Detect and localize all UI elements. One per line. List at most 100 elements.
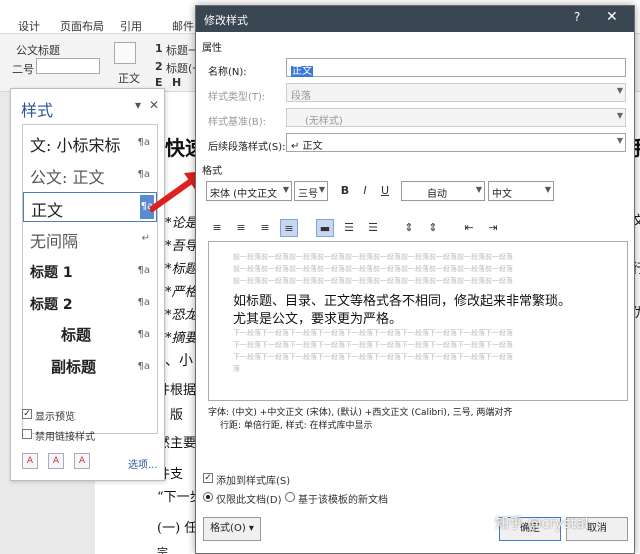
name-input[interactable]: 正文 <box>286 58 626 77</box>
increase-indent-icon[interactable]: ⇥ <box>484 219 502 237</box>
language-value: 中文 <box>492 189 512 200</box>
font-color-value: 自动 <box>427 189 447 200</box>
list-number: 1 <box>155 42 163 55</box>
new-style-icon[interactable]: A <box>22 453 38 469</box>
disable-linked-checkbox[interactable] <box>22 429 32 439</box>
space-after-icon[interactable]: ⇕ <box>424 219 442 237</box>
style-item-label: 无间隔 <box>30 232 79 251</box>
list-letter: H <box>172 76 182 89</box>
watermark: 知乎 @crystal <box>495 516 589 532</box>
preview-next-paragraph: 落 <box>233 365 240 373</box>
format-menu-button[interactable]: 格式(O) ▾ <box>203 517 261 541</box>
style-item[interactable]: 标题 2 ¶a <box>23 288 157 318</box>
align-right-icon[interactable]: ≡ <box>256 219 274 237</box>
style-item-label: 文: 小标宋标 <box>30 136 121 155</box>
paragraph-icon: ↵ <box>141 233 150 244</box>
style-preview: 前一段落前一段落前一段落前一段落前一段落前一段落前一段落前一段落前一段落前一段落… <box>208 241 628 401</box>
font-color-select[interactable]: 自动 ▼ <box>401 181 485 201</box>
styles-list: 文: 小标宋标 ¶a 公文: 正文 ¶a 正文 ¶a 无间隔 ↵ 标题 1 ¶a… <box>22 124 158 434</box>
style-description: 字体: (中文) +中文正文 (宋体), (默认) +西文正文 (Calibri… <box>208 407 512 433</box>
doc-text-fragment: *恐龙 <box>165 308 198 323</box>
style-type-value: 段落 <box>291 91 311 102</box>
styles-pane: 样式 ▾ ✕ 文: 小标宋标 ¶a 公文: 正文 ¶a 正文 ¶a 无间隔 ↵ … <box>10 88 165 481</box>
style-type-label: 样式类型(T): <box>208 92 266 103</box>
style-item-label: 标题 1 <box>30 265 73 281</box>
chevron-down-icon: ▼ <box>475 185 482 194</box>
chevron-down-icon: ▼ <box>318 185 325 194</box>
font-size-value: 三号 <box>298 189 318 200</box>
style-item[interactable]: 副标题 ¶a <box>23 352 157 382</box>
paragraph-char-icon: ¶a <box>137 265 151 276</box>
space-before-icon[interactable]: ⇕ <box>400 219 418 237</box>
italic-button[interactable]: I <box>356 182 374 200</box>
style-item-label: 公文: 正文 <box>30 168 105 187</box>
preview-previous-paragraph: 前一段落前一段落前一段落前一段落前一段落前一段落前一段落前一段落前一段落前一段落 <box>233 253 513 261</box>
style-item-selected[interactable]: 正文 ¶a <box>23 192 157 222</box>
single-spacing-icon[interactable]: ▬ <box>316 219 334 237</box>
help-icon[interactable]: ? <box>574 10 580 24</box>
list-number: 2 <box>155 60 163 73</box>
font-select[interactable]: 宋体 (中文正文 ▼ <box>206 181 292 201</box>
font-size-combo[interactable] <box>36 58 100 74</box>
based-on-value: (无样式) <box>305 116 343 127</box>
paragraph-char-icon: ¶a <box>137 297 151 308</box>
new-documents-label: 基于该模板的新文档 <box>298 495 388 506</box>
name-input-value: 正文 <box>291 66 313 77</box>
preview-next-paragraph: 下一段落下一段落下一段落下一段落下一段落下一段落下一段落下一段落下一段落下一段落 <box>233 353 513 361</box>
tab-page-layout[interactable]: 页面布局 <box>60 18 104 34</box>
doc-text-fragment: *吾导 <box>165 239 198 254</box>
close-icon[interactable]: ✕ <box>606 9 618 25</box>
new-documents-radio[interactable] <box>285 492 295 502</box>
only-this-document-radio[interactable] <box>203 492 213 502</box>
preview-previous-paragraph: 前一段落前一段落前一段落前一段落前一段落前一段落前一段落前一段落前一段落前一段落 <box>233 265 513 273</box>
style-inspector-icon[interactable]: A <box>48 453 64 469</box>
disable-linked-label: 禁用链接样式 <box>35 432 95 443</box>
font-size-select[interactable]: 三号 ▼ <box>294 181 328 201</box>
preview-previous-paragraph: 前一段落前一段落前一段落前一段落前一段落前一段落前一段落前一段落前一段落前一段落 <box>233 277 513 285</box>
tab-mailings[interactable]: 邮件 <box>172 18 194 34</box>
tab-design[interactable]: 设计 <box>18 18 40 34</box>
font-size-label: 二号 <box>12 63 34 76</box>
bold-button[interactable]: B <box>336 182 354 200</box>
style-icon[interactable] <box>114 42 136 64</box>
based-on-select: (无样式) ▼ <box>286 108 626 127</box>
pane-close-icon[interactable]: ✕ <box>149 98 159 112</box>
style-gallery-item[interactable]: 公文标题 <box>16 42 60 58</box>
dialog-titlebar[interactable]: 修改样式 ? ✕ <box>196 6 634 32</box>
style-item[interactable]: 无间隔 ↵ <box>23 224 157 254</box>
chevron-down-icon: ▼ <box>616 111 623 120</box>
only-this-document-label: 仅限此文档(D) <box>216 495 282 506</box>
style-item[interactable]: 文: 小标宋标 ¶a <box>23 128 157 158</box>
font-value: 宋体 (中文正文 <box>210 189 278 200</box>
options-link[interactable]: 选项... <box>128 456 158 471</box>
format-section-label: 格式 <box>202 166 222 177</box>
one-half-spacing-icon[interactable]: ☰ <box>340 219 358 237</box>
chevron-down-icon: ▼ <box>544 185 551 194</box>
pane-dropdown-icon[interactable]: ▾ <box>135 98 141 112</box>
add-to-gallery-checkbox[interactable]: ✓ <box>203 473 213 483</box>
decrease-indent-icon[interactable]: ⇤ <box>460 219 478 237</box>
doc-text-fragment: *标题 <box>165 262 198 277</box>
chevron-down-icon: ▼ <box>616 86 623 95</box>
language-select[interactable]: 中文 ▼ <box>488 181 554 201</box>
next-style-value: ↵ 正文 <box>291 141 323 152</box>
tab-references[interactable]: 引用 <box>120 18 142 34</box>
underline-button[interactable]: U <box>376 182 394 200</box>
style-item-label: 标题 <box>61 326 92 344</box>
manage-styles-icon[interactable]: A <box>74 453 90 469</box>
align-left-icon[interactable]: ≡ <box>208 219 226 237</box>
align-center-icon[interactable]: ≡ <box>232 219 250 237</box>
style-item[interactable]: 标题 1 ¶a <box>23 256 157 286</box>
chevron-down-icon: ▼ <box>616 136 623 145</box>
style-item[interactable]: 标题 ¶a <box>23 320 157 350</box>
double-spacing-icon[interactable]: ☰ <box>364 219 382 237</box>
justify-icon[interactable]: ≡ <box>280 219 298 237</box>
show-preview-checkbox[interactable]: ✓ <box>22 409 32 419</box>
add-to-gallery-label: 添加到样式库(S) <box>216 476 291 487</box>
normal-style-button[interactable]: 正文 <box>118 70 140 86</box>
style-item[interactable]: 公文: 正文 ¶a <box>23 160 157 190</box>
name-label: 名称(N): <box>208 67 247 78</box>
next-style-select[interactable]: ↵ 正文 ▼ <box>286 133 626 152</box>
properties-section-label: 属性 <box>202 43 222 54</box>
doc-text-fragment: (一) 任 <box>157 521 198 536</box>
